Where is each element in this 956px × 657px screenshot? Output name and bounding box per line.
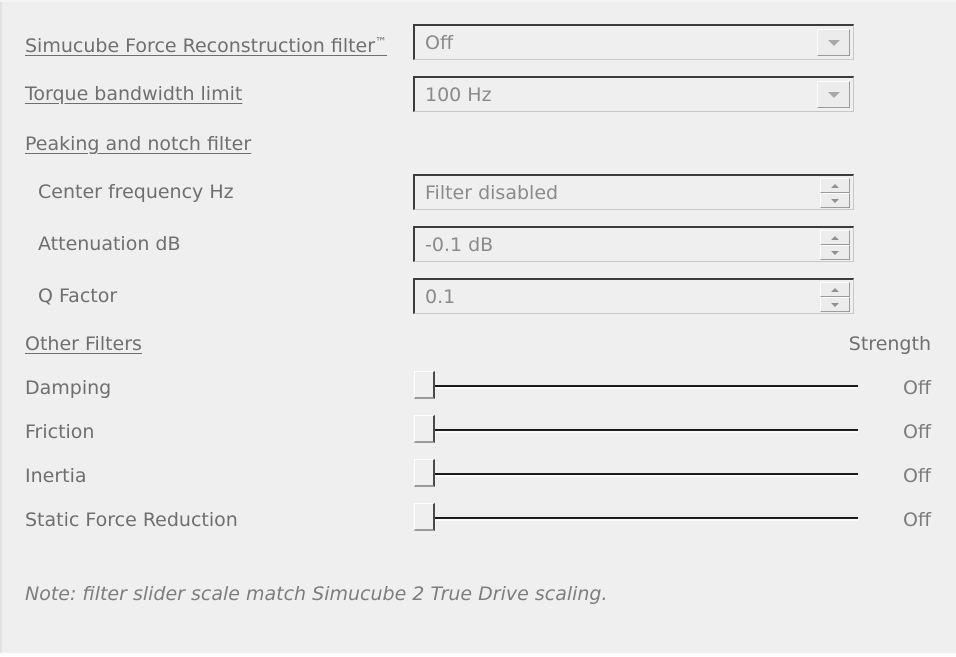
slider-damping-value: Off [902, 377, 931, 399]
chevron-down-icon [827, 39, 840, 46]
panel-bottom-edge [0, 653, 956, 657]
label-attenuation: Attenuation dB [38, 233, 181, 255]
slider-friction-value: Off [902, 421, 931, 443]
slider-damping-groove-highlight [423, 387, 858, 389]
slider-inertia[interactable] [413, 456, 858, 496]
caret-down-icon [831, 198, 839, 203]
row-q-factor: Q Factor 0.1 [0, 276, 956, 316]
label-force-reconstruction-filter: Simucube Force Reconstruction filter™ [25, 22, 387, 62]
row-static-force-reduction: Static Force Reduction Off [0, 500, 956, 540]
label-center-frequency: Center frequency Hz [38, 181, 234, 203]
column-header-strength: Strength [848, 333, 931, 355]
section-header-peaking-notch-filter: Peaking and notch filter [0, 124, 956, 164]
section-header-other-filters: Other Filters Strength [0, 324, 956, 364]
label-friction: Friction [25, 421, 95, 443]
spinbox-attenuation-value: -0.1 dB [425, 234, 494, 256]
slider-damping[interactable] [413, 368, 858, 408]
slider-inertia-handle[interactable] [414, 459, 435, 487]
label-static-force-reduction: Static Force Reduction [25, 509, 238, 531]
row-torque-bandwidth-limit: Torque bandwidth limit 100 Hz [0, 74, 956, 114]
caret-up-icon [831, 287, 839, 292]
slider-static-force-reduction-value: Off [902, 509, 931, 531]
spinbox-attenuation[interactable]: -0.1 dB [413, 226, 854, 262]
slider-inertia-groove-highlight [423, 475, 858, 477]
caret-down-icon [831, 250, 839, 255]
dropdown-torque-bandwidth-limit-value: 100 Hz [425, 84, 492, 106]
spinbox-attenuation-decrement-button[interactable] [820, 245, 850, 260]
panel-top-edge [0, 0, 956, 2]
spinbox-center-frequency-increment-button[interactable] [820, 178, 850, 193]
spinbox-attenuation-increment-button[interactable] [820, 230, 850, 245]
spinbox-q-factor-decrement-button[interactable] [820, 297, 850, 312]
chevron-down-icon [827, 91, 840, 98]
label-damping: Damping [25, 377, 112, 399]
caret-down-icon [831, 302, 839, 307]
spinbox-q-factor[interactable]: 0.1 [413, 278, 854, 314]
spinbox-q-factor-value: 0.1 [425, 286, 456, 308]
dropdown-torque-bandwidth-limit-arrow-button[interactable] [817, 81, 850, 108]
section-header-peaking-notch-filter-text: Peaking and notch filter [25, 133, 252, 155]
row-center-frequency: Center frequency Hz Filter disabled [0, 172, 956, 212]
label-q-factor: Q Factor [38, 285, 118, 307]
slider-static-force-reduction-handle[interactable] [414, 503, 435, 531]
trademark-symbol: ™ [375, 35, 388, 49]
spinbox-attenuation-steppers [820, 230, 850, 260]
slider-static-force-reduction-groove-highlight [423, 519, 858, 521]
dropdown-torque-bandwidth-limit[interactable]: 100 Hz [413, 76, 854, 112]
caret-up-icon [831, 183, 839, 188]
row-friction: Friction Off [0, 412, 956, 452]
row-damping: Damping Off [0, 368, 956, 408]
spinbox-center-frequency[interactable]: Filter disabled [413, 174, 854, 210]
spinbox-center-frequency-steppers [820, 178, 850, 208]
caret-up-icon [831, 235, 839, 240]
footer-note: Note: filter slider scale match Simucube… [25, 583, 608, 605]
row-inertia: Inertia Off [0, 456, 956, 496]
label-torque-bandwidth-limit: Torque bandwidth limit [25, 83, 243, 105]
label-inertia: Inertia [25, 465, 87, 487]
spinbox-center-frequency-value: Filter disabled [425, 182, 559, 204]
dropdown-force-reconstruction-filter-value: Off [425, 32, 454, 54]
spinbox-q-factor-increment-button[interactable] [820, 282, 850, 297]
dropdown-force-reconstruction-filter-arrow-button[interactable] [817, 29, 850, 56]
slider-friction[interactable] [413, 412, 858, 452]
slider-friction-groove-highlight [423, 431, 858, 433]
spinbox-center-frequency-decrement-button[interactable] [820, 193, 850, 208]
dropdown-force-reconstruction-filter[interactable]: Off [413, 24, 854, 60]
slider-static-force-reduction[interactable] [413, 500, 858, 540]
spinbox-q-factor-steppers [820, 282, 850, 312]
filter-settings-panel: Simucube Force Reconstruction filter™ Of… [0, 0, 956, 657]
slider-inertia-value: Off [902, 465, 931, 487]
section-header-other-filters-text: Other Filters [25, 333, 142, 355]
label-force-reconstruction-filter-text: Simucube Force Reconstruction filter [25, 35, 376, 57]
slider-friction-handle[interactable] [414, 415, 435, 443]
row-attenuation: Attenuation dB -0.1 dB [0, 224, 956, 264]
row-force-reconstruction-filter: Simucube Force Reconstruction filter™ Of… [0, 22, 956, 62]
slider-damping-handle[interactable] [414, 371, 435, 399]
